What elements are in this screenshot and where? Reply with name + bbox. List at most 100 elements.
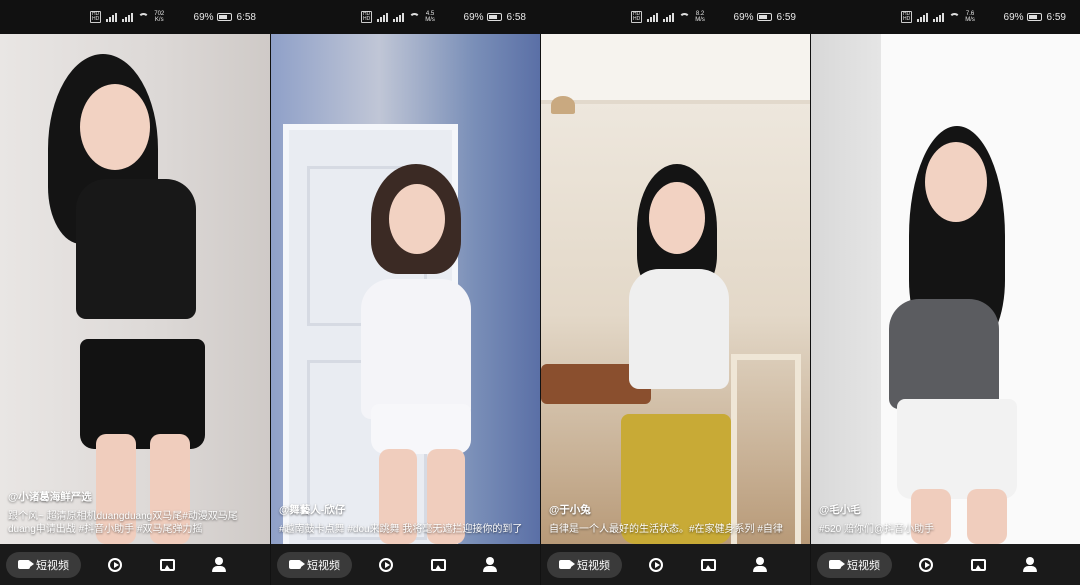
- phone-screen-4: HD HD 7.6 M/s 69% 6:59 @毛小毛 #520 赔你们@抖音小…: [810, 0, 1080, 585]
- wifi-icon: [679, 13, 691, 21]
- user-icon: [483, 557, 497, 572]
- status-time: 6:59: [1046, 11, 1066, 23]
- bottom-nav: 短视频: [541, 544, 810, 585]
- image-icon: [159, 558, 175, 571]
- cell-signal-icon-2: [933, 12, 945, 22]
- phone-screen-3: HD HD 8.2 M/s 69% 6:59 @于小兔 自律是一个人最好的生活状…: [540, 0, 810, 585]
- video-camera-icon: [18, 560, 34, 569]
- wifi-icon: [949, 13, 961, 21]
- nav-short-video-label: 短视频: [36, 559, 69, 572]
- nav-profile-button[interactable]: [480, 555, 500, 575]
- status-bar: HD HD 4.5 M/s 69% 6:58: [271, 0, 540, 34]
- user-icon: [212, 557, 226, 572]
- phone-screenshots-row: HD HD 702 K/s 69% 6:58 @小诸葛海鲜严选 跟个风~ 超清原…: [0, 0, 1080, 585]
- nav-short-video-button[interactable]: 短视频: [6, 551, 81, 578]
- video-author[interactable]: @于小兔: [549, 502, 803, 517]
- video-author[interactable]: @毛小毛: [819, 502, 1073, 517]
- ceiling-lamp: [551, 96, 575, 114]
- video-author[interactable]: @小诸葛海鲜严选: [8, 489, 262, 504]
- image-icon: [700, 558, 716, 571]
- battery-icon: [1026, 13, 1042, 21]
- signal-indicators: HD HD 8.2 M/s: [631, 11, 705, 23]
- network-speed: 7.6 M/s: [965, 11, 975, 23]
- wifi-icon: [409, 13, 421, 21]
- user-icon: [1023, 557, 1037, 572]
- video-caption: @舞藝人-欣仔 #越南鼓卡点舞 #dou来跳舞 我将毫无遮拦迎接你的到了: [279, 502, 533, 536]
- cell-signal-icon: [917, 12, 929, 22]
- play-circle-icon: [108, 557, 122, 572]
- nav-image-button[interactable]: [157, 555, 177, 575]
- status-time: 6:58: [236, 11, 256, 23]
- nav-profile-button[interactable]: [1020, 555, 1040, 575]
- phone-screen-2: HD HD 4.5 M/s 69% 6:58 @舞藝人-欣仔 #越南鼓卡点舞 #…: [270, 0, 540, 585]
- play-circle-icon: [919, 557, 933, 572]
- phone-screen-1: HD HD 702 K/s 69% 6:58 @小诸葛海鲜严选 跟个风~ 超清原…: [0, 0, 270, 585]
- play-circle-icon: [649, 557, 663, 572]
- video-caption: @毛小毛 #520 赔你们@抖音小助手: [819, 502, 1073, 536]
- ceiling-background: [541, 34, 810, 104]
- video-camera-icon: [829, 560, 845, 569]
- image-icon: [430, 558, 446, 571]
- video-player[interactable]: @毛小毛 #520 赔你们@抖音小助手: [811, 34, 1080, 544]
- network-speed: 702 K/s: [154, 11, 165, 23]
- signal-indicators: HD HD 702 K/s: [90, 11, 164, 23]
- nav-profile-button[interactable]: [750, 555, 770, 575]
- battery-percent: 69%: [1003, 11, 1024, 23]
- cell-signal-icon: [647, 12, 659, 22]
- video-caption: @于小兔 自律是一个人最好的生活状态。#在家健身系列 #自律: [549, 502, 803, 536]
- signal-indicators: HD HD 7.6 M/s: [901, 11, 975, 23]
- nav-short-video-label: 短视频: [307, 559, 340, 572]
- wifi-icon: [138, 13, 150, 21]
- video-player[interactable]: @舞藝人-欣仔 #越南鼓卡点舞 #dou来跳舞 我将毫无遮拦迎接你的到了: [271, 34, 540, 544]
- video-description: #越南鼓卡点舞 #dou来跳舞 我将毫无遮拦迎接你的到了: [279, 524, 523, 535]
- status-bar: HD HD 702 K/s 69% 6:58: [0, 0, 270, 34]
- video-description: 跟个风~ 超清原相机duangduang双马尾#动漫双马尾duang申请出战 #…: [8, 511, 238, 535]
- video-player[interactable]: @于小兔 自律是一个人最好的生活状态。#在家健身系列 #自律: [541, 34, 810, 544]
- nav-play-button[interactable]: [646, 555, 666, 575]
- status-time: 6:59: [776, 11, 796, 23]
- status-time: 6:58: [506, 11, 526, 23]
- battery-percent: 69%: [193, 11, 214, 23]
- hd-badge: HD HD: [901, 11, 913, 23]
- video-description: 自律是一个人最好的生活状态。#在家健身系列 #自律: [549, 524, 783, 535]
- nav-play-button[interactable]: [916, 555, 936, 575]
- play-circle-icon: [379, 557, 393, 572]
- nav-play-button[interactable]: [105, 555, 125, 575]
- nav-short-video-button[interactable]: 短视频: [277, 551, 352, 578]
- video-author[interactable]: @舞藝人-欣仔: [279, 502, 533, 517]
- video-description: #520 赔你们@抖音小助手: [819, 524, 935, 535]
- nav-image-button[interactable]: [968, 555, 988, 575]
- hd-badge: HD HD: [90, 11, 102, 23]
- video-camera-icon: [559, 560, 575, 569]
- video-player[interactable]: @小诸葛海鲜严选 跟个风~ 超清原相机duangduang双马尾#动漫双马尾du…: [0, 34, 270, 544]
- bottom-nav: 短视频: [271, 544, 540, 585]
- nav-profile-button[interactable]: [209, 555, 229, 575]
- nav-play-button[interactable]: [376, 555, 396, 575]
- cell-signal-icon: [106, 12, 118, 22]
- hd-badge: HD HD: [361, 11, 373, 23]
- image-icon: [970, 558, 986, 571]
- cell-signal-icon-2: [122, 12, 134, 22]
- cell-signal-icon-2: [393, 12, 405, 22]
- bottom-nav: 短视频: [811, 544, 1080, 585]
- battery-icon: [486, 13, 502, 21]
- status-bar: HD HD 7.6 M/s 69% 6:59: [811, 0, 1080, 34]
- battery-percent: 69%: [733, 11, 754, 23]
- nav-short-video-button[interactable]: 短视频: [817, 551, 892, 578]
- nav-image-button[interactable]: [698, 555, 718, 575]
- network-speed: 8.2 M/s: [695, 11, 705, 23]
- nav-image-button[interactable]: [428, 555, 448, 575]
- nav-short-video-button[interactable]: 短视频: [547, 551, 622, 578]
- bottom-nav: 短视频: [0, 544, 270, 585]
- battery-icon: [756, 13, 772, 21]
- nav-short-video-label: 短视频: [577, 559, 610, 572]
- user-icon: [753, 557, 767, 572]
- video-camera-icon: [289, 560, 305, 569]
- battery-percent: 69%: [463, 11, 484, 23]
- battery-icon: [216, 13, 232, 21]
- cell-signal-icon-2: [663, 12, 675, 22]
- nav-short-video-label: 短视频: [847, 559, 880, 572]
- cell-signal-icon: [377, 12, 389, 22]
- video-caption: @小诸葛海鲜严选 跟个风~ 超清原相机duangduang双马尾#动漫双马尾du…: [8, 489, 262, 536]
- hd-badge: HD HD: [631, 11, 643, 23]
